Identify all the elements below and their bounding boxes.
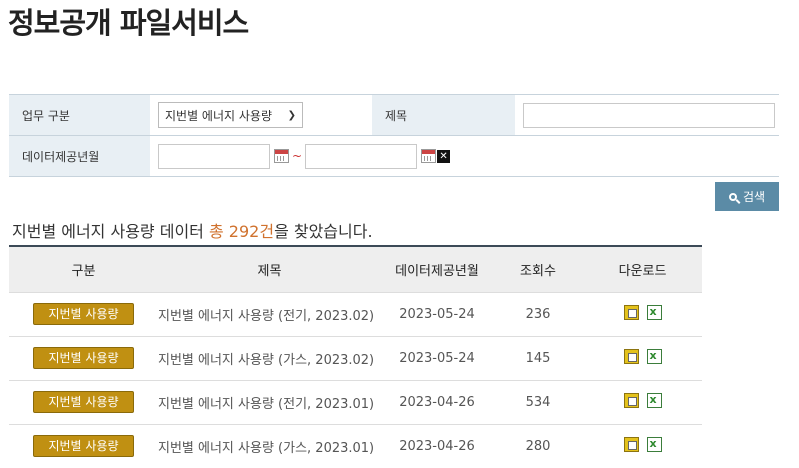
date-from-input[interactable] — [158, 143, 270, 169]
hwp-file-icon[interactable] — [623, 304, 639, 320]
date-label: 데이터제공년월 — [9, 135, 150, 177]
date-to-input[interactable] — [305, 143, 418, 169]
row-views: 236 — [493, 292, 583, 337]
excel-file-icon[interactable] — [646, 304, 662, 320]
search-button[interactable]: 검색 — [715, 182, 779, 211]
hwp-file-icon[interactable] — [623, 348, 639, 364]
header-category: 구분 — [9, 246, 158, 293]
row-date: 2023-05-24 — [381, 336, 493, 381]
category-select[interactable]: 지번별 에너지 사용량 ❯ — [158, 102, 303, 128]
table-row: 지번별 사용량 지번별 에너지 사용량 (전기, 2023.01) 2023-0… — [9, 380, 702, 425]
excel-file-icon[interactable] — [646, 392, 662, 408]
title-input[interactable] — [523, 102, 775, 128]
search-icon — [728, 192, 737, 201]
table-row: 지번별 사용량 지번별 에너지 사용량 (가스, 2023.01) 2023-0… — [9, 424, 702, 468]
row-title[interactable]: 지번별 에너지 사용량 (가스, 2023.02) — [158, 336, 381, 381]
table-row: 지번별 사용량 지번별 에너지 사용량 (가스, 2023.02) 2023-0… — [9, 336, 702, 381]
excel-file-icon[interactable] — [646, 348, 662, 364]
row-title[interactable]: 지번별 에너지 사용량 (전기, 2023.01) — [158, 380, 381, 425]
excel-file-icon[interactable] — [646, 436, 662, 452]
category-badge[interactable]: 지번별 사용량 — [33, 303, 134, 325]
file-list-table: 구분 제목 데이터제공년월 조회수 다운로드 지번별 사용량 지번별 에너지 사… — [9, 245, 702, 468]
row-title[interactable]: 지번별 에너지 사용량 (전기, 2023.02) — [158, 292, 381, 337]
row-date: 2023-04-26 — [381, 424, 493, 468]
header-date: 데이터제공년월 — [381, 246, 493, 293]
row-date: 2023-05-24 — [381, 292, 493, 337]
category-label: 업무 구분 — [9, 94, 150, 136]
row-title[interactable]: 지번별 에너지 사용량 (가스, 2023.01) — [158, 424, 381, 468]
result-summary: 지번별 에너지 사용량 데이터 총 292건을 찾았습니다. — [12, 218, 373, 242]
result-prefix: 지번별 에너지 사용량 데이터 — [12, 222, 209, 241]
date-range-tilde: ~ — [292, 149, 303, 163]
row-views: 534 — [493, 380, 583, 425]
title-label: 제목 — [372, 94, 515, 136]
hwp-file-icon[interactable] — [623, 392, 639, 408]
result-count: 총 292건 — [208, 222, 275, 241]
header-views: 조회수 — [493, 246, 583, 293]
hwp-file-icon[interactable] — [623, 436, 639, 452]
calendar-icon[interactable] — [274, 149, 289, 163]
clear-date-icon[interactable]: ✕ — [437, 149, 451, 163]
row-date: 2023-04-26 — [381, 380, 493, 425]
category-badge[interactable]: 지번별 사용량 — [33, 435, 134, 457]
table-row: 지번별 사용량 지번별 에너지 사용량 (전기, 2023.02) 2023-0… — [9, 292, 702, 337]
calendar-icon[interactable] — [421, 149, 437, 163]
page-title: 정보공개 파일서비스 — [8, 6, 249, 40]
category-badge[interactable]: 지번별 사용량 — [33, 391, 134, 413]
header-download: 다운로드 — [583, 246, 702, 293]
row-views: 145 — [493, 336, 583, 381]
chevron-down-icon: ❯ — [287, 109, 296, 121]
category-badge[interactable]: 지번별 사용량 — [33, 347, 134, 369]
category-selected-value: 지번별 에너지 사용량 — [165, 108, 272, 123]
result-suffix: 을 찾았습니다. — [274, 222, 373, 241]
search-button-label: 검색 — [742, 190, 766, 204]
row-views: 280 — [493, 424, 583, 468]
search-form: 업무 구분 지번별 에너지 사용량 ❯ 제목 데이터제공년월 ~ ✕ — [9, 94, 779, 177]
header-title: 제목 — [158, 246, 381, 293]
